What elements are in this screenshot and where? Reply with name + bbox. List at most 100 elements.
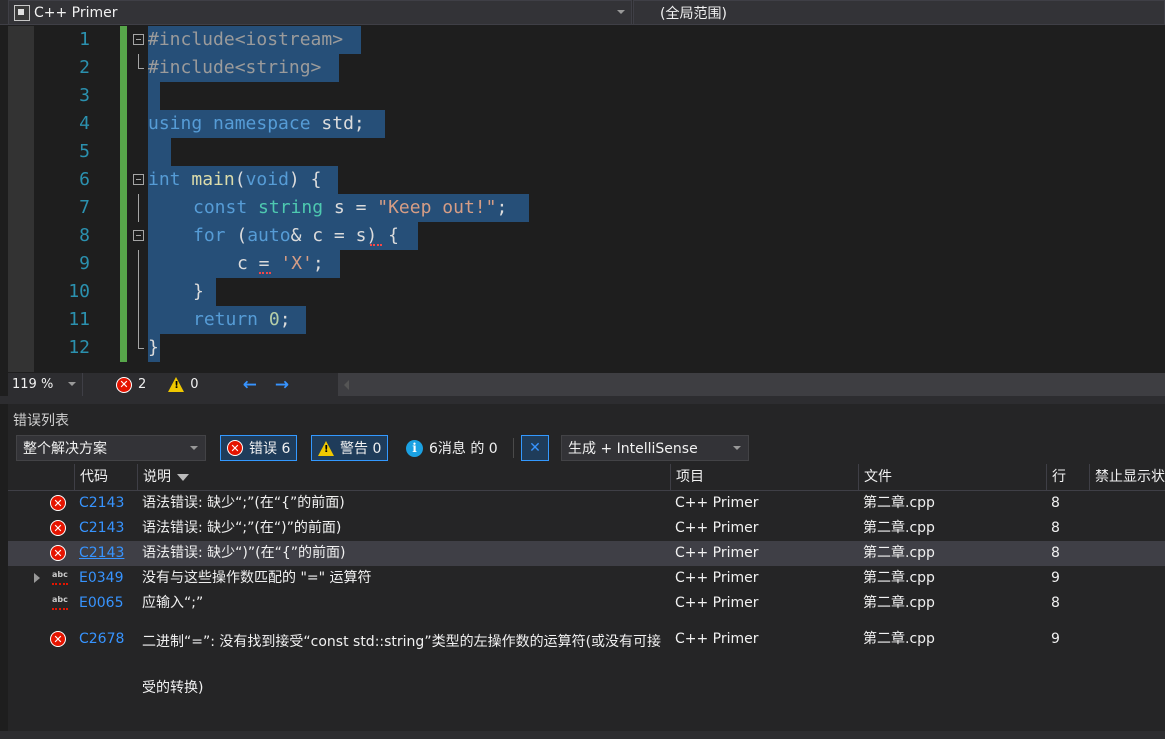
grid-header: 代码 说明 项目 文件 行 禁止显示状 <box>8 464 1165 491</box>
code-line[interactable]: 5 <box>0 138 1165 166</box>
code-editor[interactable]: 1 #include<iostream> 2 #include<string> … <box>0 26 1165 372</box>
error-squiggle[interactable] <box>370 242 382 246</box>
code-text: } <box>148 337 159 358</box>
selection-highlight <box>148 138 171 166</box>
error-project: C++ Primer <box>675 545 759 561</box>
error-line: 9 <box>1051 631 1060 647</box>
error-count[interactable]: ✕ 2 <box>116 376 146 393</box>
chevron-down-icon <box>617 10 625 14</box>
fold-guide <box>138 334 139 348</box>
intellisense-error-icon: abc <box>52 570 70 586</box>
fold-guide <box>138 250 139 278</box>
line-number: 1 <box>79 29 90 50</box>
error-project: C++ Primer <box>675 631 759 647</box>
collapse-icon[interactable] <box>133 174 144 185</box>
code-line[interactable]: 10 } <box>0 278 1165 306</box>
collapse-icon[interactable] <box>133 230 144 241</box>
code-line[interactable]: 6 int main(void) { <box>0 166 1165 194</box>
back-arrow-icon[interactable]: ← <box>243 375 257 395</box>
code-line[interactable]: 1 #include<iostream> <box>0 26 1165 54</box>
fold-guide-end <box>138 348 144 349</box>
error-project: C++ Primer <box>675 570 759 586</box>
error-code-link[interactable]: E0349 <box>74 566 123 591</box>
column-header-file[interactable]: 文件 <box>858 464 1046 491</box>
error-icon: ✕ <box>50 631 66 647</box>
error-list-toolbar: 整个解决方案 ✕ 错误 6 ! 警告 0 i 6消息 的 0 ✕ 生成 + In… <box>8 433 1165 463</box>
fold-guide-end <box>138 68 144 69</box>
column-header-suppress[interactable]: 禁止显示状 <box>1089 464 1165 491</box>
column-header-icon[interactable] <box>42 464 75 491</box>
warning-icon: ! <box>318 440 334 456</box>
messages-toggle-button[interactable]: i 6消息 的 0 <box>400 435 504 461</box>
fold-guide <box>138 278 139 306</box>
horizontal-scrollbar[interactable] <box>338 373 1165 396</box>
code-line[interactable]: 9 c = 'X'; <box>0 250 1165 278</box>
code-line[interactable]: 4 using namespace std; <box>0 110 1165 138</box>
line-number: 5 <box>79 141 90 162</box>
line-number: 2 <box>79 57 90 78</box>
project-icon <box>14 4 30 21</box>
error-row[interactable]: ✕ C2143 语法错误: 缺少“;”(在“)”的前面) C++ Primer … <box>8 516 1165 541</box>
error-row[interactable]: abc E0349 没有与这些操作数匹配的 "=" 运算符 C++ Primer… <box>8 566 1165 591</box>
zoom-dropdown[interactable]: 119 % <box>8 373 83 396</box>
column-header-code[interactable]: 代码 <box>74 464 138 491</box>
error-code-link[interactable]: E0065 <box>74 591 123 616</box>
error-row[interactable]: abc E0065 应输入“;” C++ Primer 第二章.cpp 8 <box>8 591 1165 616</box>
error-file: 第二章.cpp <box>863 595 935 611</box>
filter-icon: ✕ <box>529 440 541 456</box>
code-line[interactable]: 7 const string s = "Keep out!"; <box>0 194 1165 222</box>
error-code-link[interactable]: C2678 <box>74 616 124 662</box>
error-row-selected[interactable]: ✕ C2143 语法错误: 缺少“)”(在“{”的前面) C++ Primer … <box>8 541 1165 566</box>
change-marker <box>120 138 127 166</box>
column-header-project[interactable]: 项目 <box>670 464 858 491</box>
line-number: 9 <box>79 253 90 274</box>
code-line[interactable]: 2 #include<string> <box>0 54 1165 82</box>
warning-count[interactable]: ! 0 <box>168 377 199 392</box>
error-file: 第二章.cpp <box>863 570 935 586</box>
error-row[interactable]: ✕ C2143 语法错误: 缺少“;”(在“{”的前面) C++ Primer … <box>8 491 1165 516</box>
filter-button[interactable]: ✕ <box>521 435 549 461</box>
error-code-link[interactable]: C2143 <box>74 516 124 541</box>
panel-title: 错误列表 <box>13 413 69 429</box>
change-marker <box>120 278 127 306</box>
code-line[interactable]: 12 } <box>0 334 1165 362</box>
scope-dropdown[interactable]: (全局范围) <box>633 0 1165 25</box>
error-line: 8 <box>1051 545 1060 561</box>
column-header-line[interactable]: 行 <box>1046 464 1089 491</box>
collapse-icon[interactable] <box>133 34 144 45</box>
errors-toggle-button[interactable]: ✕ 错误 6 <box>220 435 298 461</box>
project-dropdown[interactable]: C++ Primer <box>8 0 632 25</box>
scope-name: (全局范围) <box>660 5 727 22</box>
scroll-left-icon[interactable] <box>344 380 349 390</box>
code-line[interactable]: 8 for (auto& c = s) { <box>0 222 1165 250</box>
code-text: for (auto& c = s) { <box>193 225 399 246</box>
error-code-link[interactable]: C2143 <box>74 491 124 516</box>
error-code-link[interactable]: C2143 <box>74 541 124 566</box>
error-squiggle[interactable] <box>259 270 271 274</box>
scope-filter-dropdown[interactable]: 整个解决方案 <box>16 435 206 461</box>
error-description: 语法错误: 缺少“;”(在“{”的前面) <box>142 495 345 511</box>
error-project: C++ Primer <box>675 495 759 511</box>
column-header-desc[interactable]: 说明 <box>137 464 670 491</box>
warnings-toggle-button[interactable]: ! 警告 0 <box>311 435 389 461</box>
source-filter-dropdown[interactable]: 生成 + IntelliSense <box>561 435 749 461</box>
project-name: C++ Primer <box>34 4 118 21</box>
line-number: 6 <box>79 169 90 190</box>
line-number: 11 <box>68 309 90 330</box>
code-line[interactable]: 3 <box>0 82 1165 110</box>
expand-arrow-icon[interactable] <box>34 573 40 583</box>
code-line[interactable]: 11 return 0; <box>0 306 1165 334</box>
warning-icon: ! <box>168 377 185 392</box>
code-text: using namespace std; <box>148 113 365 134</box>
intellisense-error-icon: abc <box>52 595 70 611</box>
error-project: C++ Primer <box>675 520 759 536</box>
change-marker <box>120 54 127 82</box>
selection-highlight <box>148 278 216 306</box>
line-number: 7 <box>79 197 90 218</box>
error-row[interactable]: ✕ C2678 二进制“=”: 没有找到接受“const std::string… <box>8 616 1165 696</box>
forward-arrow-icon[interactable]: → <box>275 375 289 395</box>
chevron-down-icon <box>68 382 76 386</box>
chevron-down-icon <box>190 446 198 450</box>
code-text: const string s = "Keep out!"; <box>193 197 508 218</box>
panel-splitter[interactable] <box>0 396 1165 404</box>
